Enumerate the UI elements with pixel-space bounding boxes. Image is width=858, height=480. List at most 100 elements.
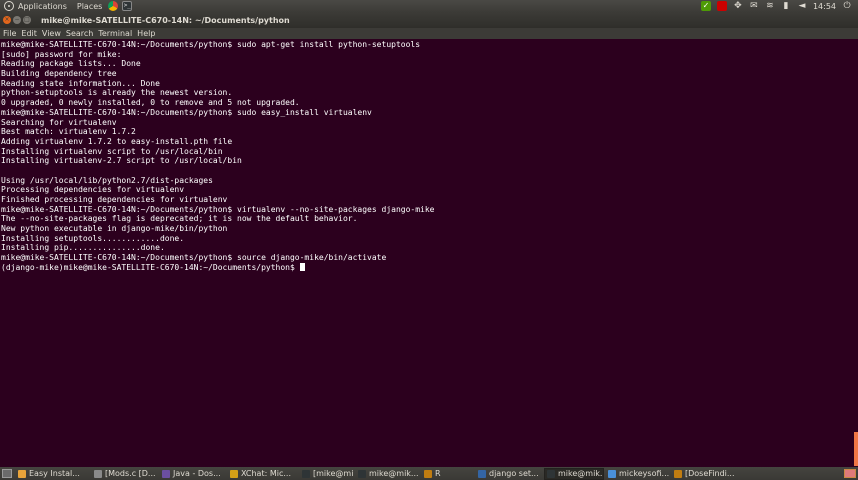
workspace-switcher[interactable] bbox=[844, 469, 856, 478]
app-icon bbox=[358, 469, 366, 478]
terminal-line: Finished processing dependencies for vir… bbox=[1, 195, 858, 205]
window-titlebar[interactable]: × − □ mike@mike-SATELLITE-C670-14N: ~/Do… bbox=[0, 12, 858, 28]
terminal-line-text: Installing pip...............done. bbox=[1, 243, 165, 253]
app-icon bbox=[424, 469, 432, 478]
taskbar-item-label: Java - Dos... bbox=[173, 469, 221, 478]
top-panel: Applications Places >_ ✓ ✥ ✉ ≋ ▮ ◄ 14:54… bbox=[0, 0, 858, 12]
mail-icon[interactable]: ✉ bbox=[749, 1, 759, 11]
checkmark-icon[interactable]: ✓ bbox=[700, 1, 711, 11]
terminal-line-text: Using /usr/local/lib/python2.7/dist-pack… bbox=[1, 175, 213, 185]
terminal-line-text: Adding virtualenv 1.7.2 to easy-install.… bbox=[1, 136, 233, 146]
app-icon bbox=[302, 469, 310, 478]
terminal-line: Installing pip...............done. bbox=[1, 243, 858, 253]
taskbar-item-label: Easy Instal... bbox=[29, 469, 80, 478]
terminal-line: Installing virtualenv script to /usr/loc… bbox=[1, 147, 858, 157]
terminal-line: Adding virtualenv 1.7.2 to easy-install.… bbox=[1, 137, 858, 147]
terminal-line: mike@mike-SATELLITE-C670-14N:~/Documents… bbox=[1, 253, 858, 263]
app-icon bbox=[478, 469, 486, 478]
stop-icon[interactable] bbox=[716, 1, 727, 11]
terminal-line-text: Installing virtualenv script to /usr/loc… bbox=[1, 146, 223, 156]
terminal-line-text: Processing dependencies for virtualenv bbox=[1, 185, 185, 195]
taskbar-item-label: R bbox=[435, 469, 441, 478]
terminal-line-text: Reading package lists... Done bbox=[1, 59, 141, 69]
app-icon bbox=[674, 469, 682, 478]
terminal-line: The --no-site-packages flag is deprecate… bbox=[1, 214, 858, 224]
taskbar-item[interactable]: [Mods.c [D... bbox=[92, 468, 158, 480]
menu-edit[interactable]: Edit bbox=[21, 29, 37, 38]
terminal-line: Searching for virtualenv bbox=[1, 118, 858, 128]
close-icon[interactable]: × bbox=[3, 16, 11, 24]
terminal-cursor bbox=[299, 262, 305, 271]
terminal-line-text: The --no-site-packages flag is deprecate… bbox=[1, 214, 358, 224]
terminal-line: Building dependency tree bbox=[1, 69, 858, 79]
terminal-line-text: 0 upgraded, 0 newly installed, 0 to remo… bbox=[1, 98, 300, 108]
terminal-line-text: Reading state information... Done bbox=[1, 78, 160, 88]
terminal-line: mike@mike-SATELLITE-C670-14N:~/Documents… bbox=[1, 40, 858, 50]
terminal-line: mike@mike-SATELLITE-C670-14N:~/Documents… bbox=[1, 205, 858, 215]
taskbar-item-label: mike@mik... bbox=[558, 469, 604, 478]
terminal-line-text: python-setuptools is already the newest … bbox=[1, 88, 233, 98]
terminal-line-text: [sudo] password for mike: bbox=[1, 49, 122, 59]
taskbar-item[interactable]: mike@mik... bbox=[356, 468, 420, 480]
terminal-output[interactable]: mike@mike-SATELLITE-C670-14N:~/Documents… bbox=[0, 39, 858, 467]
terminal-line-text: New python executable in django-mike/bin… bbox=[1, 224, 228, 234]
taskbar-item[interactable]: mike@mik... bbox=[544, 467, 604, 480]
taskbar-item-label: django set... bbox=[489, 469, 539, 478]
menu-help[interactable]: Help bbox=[137, 29, 155, 38]
terminal-line: mike@mike-SATELLITE-C670-14N:~/Documents… bbox=[1, 108, 858, 118]
menu-terminal[interactable]: Terminal bbox=[98, 29, 132, 38]
terminal-line-text: Best match: virtualenv 1.7.2 bbox=[1, 127, 136, 137]
taskbar-item[interactable]: [DoseFindi... bbox=[672, 468, 738, 480]
panel-edge-tab bbox=[854, 432, 858, 466]
terminal-line: Reading state information... Done bbox=[1, 79, 858, 89]
taskbar-item[interactable]: [mike@mi... bbox=[300, 468, 354, 480]
applications-menu[interactable]: Applications bbox=[18, 2, 67, 11]
dropbox-icon[interactable]: ✥ bbox=[733, 1, 743, 11]
taskbar-item[interactable]: mickeysofi... bbox=[606, 468, 670, 480]
taskbar-item[interactable]: Java - Dos... bbox=[160, 468, 226, 480]
volume-icon[interactable]: ◄ bbox=[797, 1, 807, 11]
menubar: File Edit View Search Terminal Help bbox=[0, 28, 858, 39]
taskbar-item[interactable]: R bbox=[422, 468, 474, 480]
battery-icon[interactable]: ▮ bbox=[781, 1, 791, 11]
terminal-line: Processing dependencies for virtualenv bbox=[1, 185, 858, 195]
places-menu[interactable]: Places bbox=[77, 2, 102, 11]
terminal-icon[interactable]: >_ bbox=[122, 1, 133, 11]
app-icon bbox=[94, 469, 102, 478]
app-icon bbox=[18, 469, 26, 478]
terminal-line-text: Installing virtualenv-2.7 script to /usr… bbox=[1, 156, 242, 166]
taskbar-item[interactable]: XChat: Mic... bbox=[228, 468, 298, 480]
maximize-icon[interactable]: □ bbox=[23, 16, 31, 24]
app-icon bbox=[547, 469, 555, 478]
taskbar-item-label: mike@mik... bbox=[369, 469, 419, 478]
minimize-icon[interactable]: − bbox=[13, 16, 21, 24]
terminal-line: Reading package lists... Done bbox=[1, 59, 858, 69]
taskbar-item[interactable]: Easy Instal... bbox=[16, 468, 90, 480]
wifi-icon[interactable]: ≋ bbox=[765, 1, 775, 11]
terminal-line: Best match: virtualenv 1.7.2 bbox=[1, 127, 858, 137]
show-desktop-icon[interactable] bbox=[2, 469, 12, 478]
window-title: mike@mike-SATELLITE-C670-14N: ~/Document… bbox=[41, 15, 290, 25]
terminal-line-text: Installing setuptools............done. bbox=[1, 233, 185, 243]
app-icon bbox=[608, 469, 616, 478]
chrome-icon[interactable] bbox=[108, 1, 119, 11]
terminal-line-text: Finished processing dependencies for vir… bbox=[1, 195, 228, 204]
terminal-line-text: Building dependency tree bbox=[1, 69, 117, 79]
terminal-line-text: mike@mike-SATELLITE-C670-14N:~/Documents… bbox=[1, 40, 421, 49]
power-icon[interactable]: ⏻ bbox=[842, 1, 852, 11]
ubuntu-logo-icon[interactable] bbox=[4, 1, 14, 11]
terminal-line: (django-mike)mike@mike-SATELLITE-C670-14… bbox=[1, 262, 858, 273]
terminal-line: 0 upgraded, 0 newly installed, 0 to remo… bbox=[1, 98, 858, 108]
menu-search[interactable]: Search bbox=[66, 29, 93, 38]
taskbar-item-label: [mike@mi... bbox=[313, 469, 354, 478]
terminal-line: Using /usr/local/lib/python2.7/dist-pack… bbox=[1, 176, 858, 186]
terminal-line-text: Searching for virtualenv bbox=[1, 117, 117, 127]
menu-view[interactable]: View bbox=[42, 29, 61, 38]
taskbar-item[interactable]: django set... bbox=[476, 468, 542, 480]
menu-file[interactable]: File bbox=[3, 29, 16, 38]
clock[interactable]: 14:54 bbox=[813, 2, 836, 11]
taskbar-item-label: [DoseFindi... bbox=[685, 469, 735, 478]
system-tray: ✓ ✥ ✉ ≋ ▮ ◄ 14:54 ⏻ bbox=[700, 0, 858, 12]
terminal-line-text: mike@mike-SATELLITE-C670-14N:~/Documents… bbox=[1, 107, 372, 117]
